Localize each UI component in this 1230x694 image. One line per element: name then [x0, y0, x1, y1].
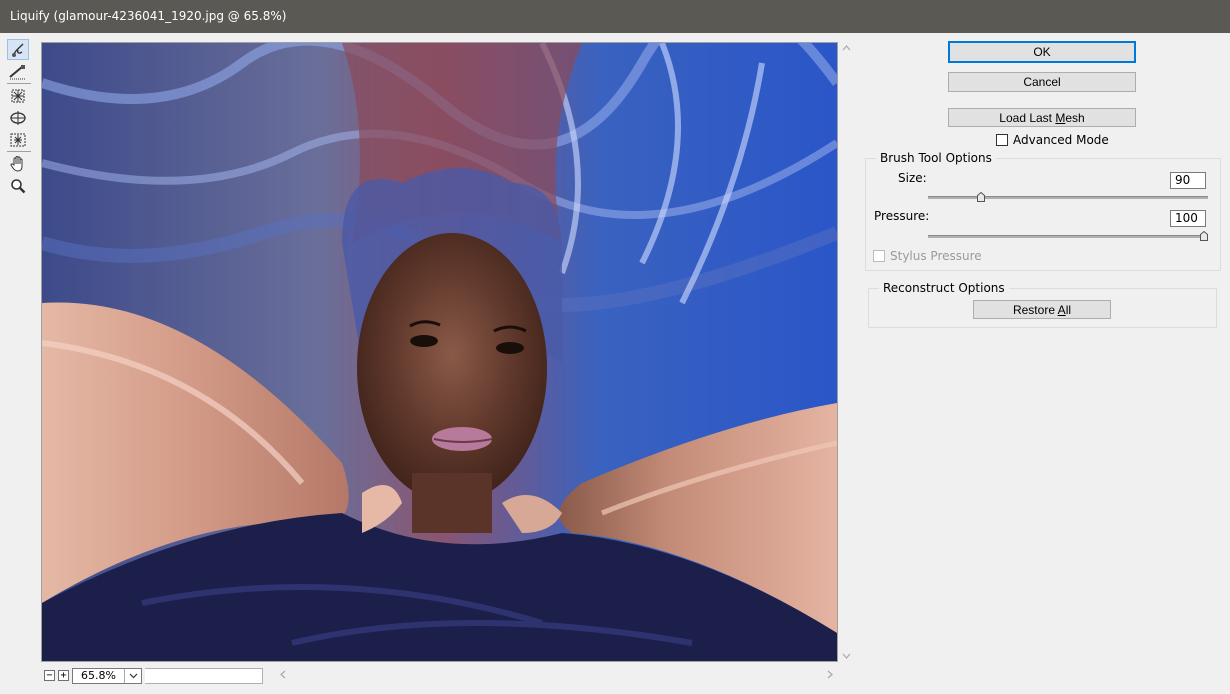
- size-slider-thumb[interactable]: [976, 192, 985, 202]
- chevron-down-icon[interactable]: [124, 668, 141, 683]
- zoom-out-button[interactable]: −: [44, 670, 55, 681]
- zoom-tool-icon[interactable]: [7, 175, 29, 196]
- horizontal-scrollbar[interactable]: [276, 666, 839, 683]
- advanced-mode-label: Advanced Mode: [1013, 133, 1109, 147]
- tool-separator: [7, 151, 31, 152]
- preview-canvas[interactable]: [41, 42, 838, 662]
- push-left-tool-icon[interactable]: [7, 129, 29, 150]
- zoom-controls: − + 65.8%: [44, 667, 263, 684]
- stylus-pressure-label: Stylus Pressure: [890, 249, 982, 263]
- reconstruct-tool-icon[interactable]: [7, 61, 29, 82]
- reconstruct-options-title: Reconstruct Options: [879, 281, 1009, 295]
- restore-all-label-rest: ll: [1065, 302, 1072, 317]
- stylus-pressure-checkbox[interactable]: Stylus Pressure: [873, 249, 982, 263]
- ok-button[interactable]: OK: [948, 41, 1136, 63]
- size-input[interactable]: 90: [1170, 172, 1206, 189]
- checkbox-box[interactable]: [996, 134, 1008, 146]
- pressure-label: Pressure:: [874, 209, 930, 223]
- window-title: Liquify (glamour-4236041_1920.jpg @ 65.8…: [0, 0, 1230, 33]
- checkbox-box[interactable]: [873, 250, 885, 262]
- size-slider-track[interactable]: [928, 196, 1208, 199]
- pressure-slider-track[interactable]: [928, 235, 1208, 238]
- zoom-in-button[interactable]: +: [58, 670, 69, 681]
- tool-separator: [7, 83, 31, 84]
- pucker-tool-icon[interactable]: [7, 85, 29, 106]
- restore-all-button[interactable]: Restore All: [973, 300, 1111, 319]
- bloat-tool-icon[interactable]: [7, 107, 29, 128]
- load-last-mesh-label-rest: esh: [1065, 110, 1085, 125]
- pressure-input[interactable]: 100: [1170, 210, 1206, 227]
- forward-warp-tool-icon[interactable]: [7, 39, 29, 60]
- hand-tool-icon[interactable]: [7, 153, 29, 174]
- load-last-mesh-label: Load Last: [999, 110, 1056, 125]
- tool-palette: [7, 38, 34, 197]
- vertical-scrollbar[interactable]: [840, 42, 853, 664]
- restore-all-label: Restore: [1012, 302, 1058, 317]
- cancel-button[interactable]: Cancel: [948, 72, 1136, 92]
- mnemonic: M: [1055, 110, 1066, 125]
- zoom-level-select[interactable]: 65.8%: [72, 667, 142, 684]
- load-last-mesh-button[interactable]: Load Last Mesh: [948, 108, 1136, 127]
- status-field: [145, 667, 263, 684]
- zoom-level-value: 65.8%: [81, 669, 116, 682]
- liquified-image: [42, 43, 837, 661]
- pressure-slider-thumb[interactable]: [1200, 231, 1208, 241]
- size-label: Size:: [898, 171, 927, 185]
- brush-tool-options-title: Brush Tool Options: [876, 151, 996, 165]
- advanced-mode-checkbox[interactable]: Advanced Mode: [996, 133, 1109, 147]
- mnemonic: A: [1057, 302, 1066, 317]
